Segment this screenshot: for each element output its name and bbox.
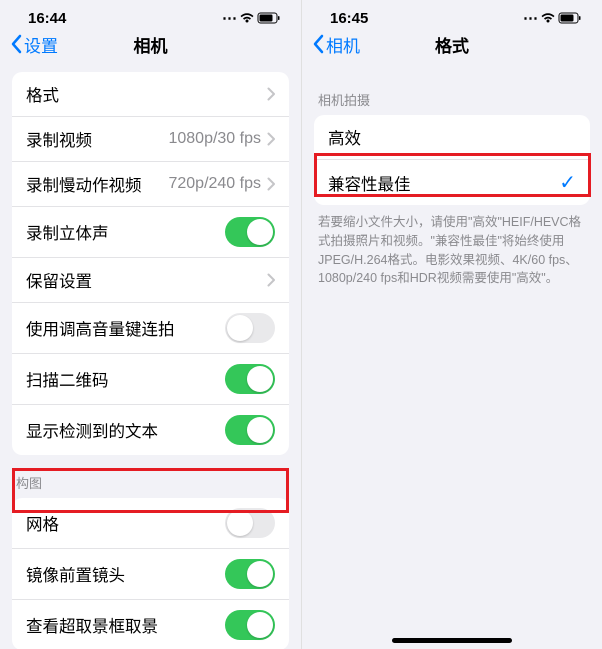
row-label: 查看超取景框取景 — [26, 613, 158, 637]
battery-icon — [558, 12, 582, 24]
row-accessory — [225, 313, 275, 343]
row-accessory — [267, 87, 275, 101]
check-icon: ✓ — [559, 170, 576, 195]
record-stereo-row[interactable]: 录制立体声 — [12, 206, 289, 257]
home-indicator[interactable] — [392, 638, 512, 643]
settings-group-1: 格式录制视频 1080p/30 fps 录制慢动作视频 720p/240 fps 录制立… — [12, 72, 289, 455]
volume-burst-row[interactable]: 使用调高音量键连拍 — [12, 302, 289, 353]
chevron-right-icon — [267, 87, 275, 101]
row-label: 显示检测到的文本 — [26, 418, 158, 442]
content: 格式录制视频 1080p/30 fps 录制慢动作视频 720p/240 fps 录制立… — [0, 68, 301, 649]
row-label: 扫描二维码 — [26, 367, 109, 391]
row-label: 镜像前置镜头 — [26, 562, 125, 586]
toggle[interactable] — [225, 610, 275, 640]
row-accessory — [225, 508, 275, 538]
row-accessory — [225, 415, 275, 445]
back-button[interactable]: 设置 — [10, 32, 58, 57]
chevron-right-icon — [267, 177, 275, 191]
status-bar: 16:44 ⋯ — [0, 0, 301, 24]
row-accessory — [225, 217, 275, 247]
status-bar: 16:45 ⋯ — [302, 0, 602, 24]
settings-group-2: 网格镜像前置镜头查看超取景框取景 — [12, 498, 289, 649]
toggle[interactable] — [225, 415, 275, 445]
row-detail: 720p/240 fps — [168, 175, 261, 193]
nav-bar: 相机 格式 — [302, 24, 602, 68]
row-label: 保留设置 — [26, 268, 92, 292]
row-label: 使用调高音量键连拍 — [26, 316, 175, 340]
toggle[interactable] — [225, 313, 275, 343]
formats-row[interactable]: 格式 — [12, 72, 289, 116]
row-accessory — [225, 364, 275, 394]
toggle[interactable] — [225, 559, 275, 589]
back-label: 相机 — [326, 32, 360, 57]
high-efficiency-option[interactable]: 高效 — [314, 115, 590, 159]
nav-bar: 设置 相机 — [0, 24, 301, 68]
view-outside-frame-row[interactable]: 查看超取景框取景 — [12, 599, 289, 649]
formats-screen: 16:45 ⋯ 相机 格式 相机拍摄 高效兼容性最佳 ✓ 若要缩小文件大小，请使用… — [301, 0, 602, 649]
scan-qr-row[interactable]: 扫描二维码 — [12, 353, 289, 404]
toggle[interactable] — [225, 364, 275, 394]
toggle[interactable] — [225, 508, 275, 538]
chevron-left-icon — [10, 34, 22, 54]
row-detail: 1080p/30 fps — [168, 130, 261, 148]
format-footnote: 若要缩小文件大小，请使用"高效"HEIF/HEVC格式拍摄照片和视频。"兼容性最… — [302, 205, 602, 296]
camera-settings-screen: 16:44 ⋯ 设置 相机 格式录制视频 1080p/30 fps 录制慢动作视频 7… — [0, 0, 301, 649]
row-label: 录制慢动作视频 — [26, 172, 142, 196]
row-label: 网格 — [26, 511, 59, 535]
chevron-right-icon — [267, 132, 275, 146]
most-compatible-option[interactable]: 兼容性最佳 ✓ — [314, 159, 590, 205]
battery-icon — [257, 12, 281, 24]
row-label: 录制视频 — [26, 127, 92, 151]
row-accessory — [225, 610, 275, 640]
toggle[interactable] — [225, 217, 275, 247]
format-options: 高效兼容性最佳 ✓ — [314, 115, 590, 205]
back-button[interactable]: 相机 — [312, 32, 360, 57]
record-video-row[interactable]: 录制视频 1080p/30 fps — [12, 116, 289, 161]
row-label: 录制立体声 — [26, 220, 109, 244]
option-label: 兼容性最佳 — [328, 171, 411, 195]
record-slomo-row[interactable]: 录制慢动作视频 720p/240 fps — [12, 161, 289, 206]
back-label: 设置 — [24, 32, 58, 57]
composition-section-header: 构图 — [0, 455, 301, 498]
show-text-row[interactable]: 显示检测到的文本 — [12, 404, 289, 455]
mirror-front-camera-row[interactable]: 镜像前置镜头 — [12, 548, 289, 599]
content: 相机拍摄 高效兼容性最佳 ✓ 若要缩小文件大小，请使用"高效"HEIF/HEVC格… — [302, 68, 602, 296]
row-accessory — [225, 559, 275, 589]
preserve-settings-row[interactable]: 保留设置 — [12, 257, 289, 302]
wifi-icon — [540, 12, 556, 24]
option-label: 高效 — [328, 125, 361, 149]
grid-row[interactable]: 网格 — [12, 498, 289, 548]
row-accessory: 720p/240 fps — [168, 175, 275, 193]
capture-section-header: 相机拍摄 — [302, 72, 602, 115]
wifi-icon — [239, 12, 255, 24]
chevron-right-icon — [267, 273, 275, 287]
row-accessory: 1080p/30 fps — [168, 130, 275, 148]
chevron-left-icon — [312, 34, 324, 54]
row-label: 格式 — [26, 82, 59, 106]
row-accessory — [267, 273, 275, 287]
